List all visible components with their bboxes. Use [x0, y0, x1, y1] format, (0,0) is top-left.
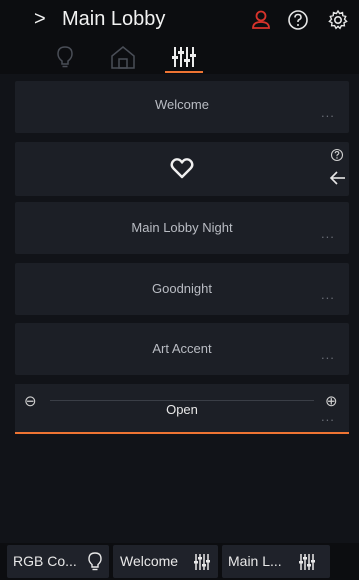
tab-lighting[interactable] [52, 44, 78, 70]
bottom-tab-main-lobby[interactable]: Main L... [222, 545, 330, 578]
sliders-icon [298, 552, 316, 572]
help-icon[interactable] [330, 148, 344, 162]
tab-scenes[interactable] [170, 44, 196, 70]
scene-card-art-accent[interactable]: Art Accent ... [15, 323, 349, 375]
more-options-icon[interactable]: ... [321, 348, 335, 361]
scene-label: Welcome [155, 97, 209, 112]
scene-card-goodnight[interactable]: Goodnight ... [15, 263, 349, 315]
bottom-tab-label: Welcome [120, 553, 179, 569]
scene-card-main-lobby-night[interactable]: Main Lobby Night ... [15, 202, 349, 254]
bottom-tab-welcome[interactable]: Welcome [113, 545, 218, 578]
shade-label: Open [166, 402, 198, 417]
home-icon [111, 46, 135, 69]
back-arrow-icon[interactable] [329, 170, 347, 186]
more-options-icon[interactable]: ... [321, 106, 335, 119]
scene-label: Main Lobby Night [131, 220, 233, 235]
lightbulb-icon [57, 46, 73, 68]
shade-level-indicator [15, 432, 349, 434]
lightbulb-icon [87, 552, 103, 572]
scene-card-welcome[interactable]: Welcome ... [15, 81, 349, 133]
tab-home[interactable] [109, 44, 135, 70]
settings-icon[interactable] [327, 9, 349, 31]
sliders-icon [172, 47, 196, 67]
page-title: Main Lobby [62, 8, 166, 30]
sliders-icon [193, 552, 211, 572]
help-icon[interactable] [287, 9, 309, 31]
bottom-tab-label: RGB Co... [13, 553, 77, 569]
more-options-icon[interactable]: ... [321, 227, 335, 240]
heart-icon [170, 157, 194, 179]
chevron-right-icon[interactable]: > [34, 8, 50, 30]
bottom-tab-rgb[interactable]: RGB Co... [7, 545, 109, 578]
scene-label: Art Accent [152, 341, 212, 356]
more-options-icon[interactable]: ... [321, 410, 335, 423]
tab-selected-indicator [165, 71, 203, 73]
bottom-tab-label: Main L... [228, 553, 282, 569]
more-options-icon[interactable]: ... [321, 288, 335, 301]
scene-label: Goodnight [152, 281, 212, 296]
slider-track[interactable] [50, 400, 314, 401]
scene-card-favorite[interactable] [15, 142, 349, 196]
user-icon[interactable] [250, 9, 272, 31]
